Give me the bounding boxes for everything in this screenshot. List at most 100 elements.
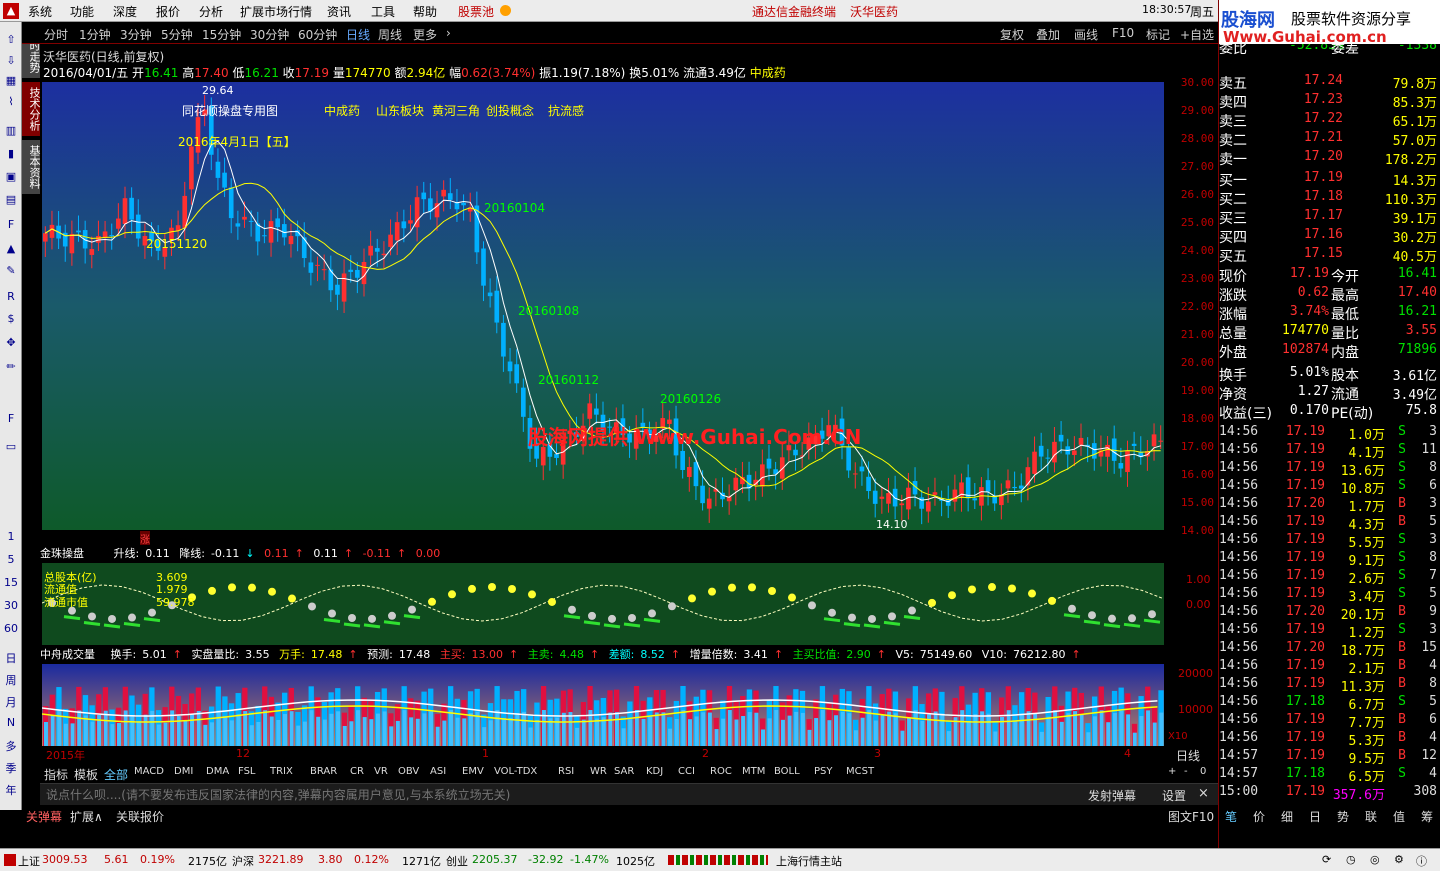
move-icon[interactable]: ✥ xyxy=(2,336,20,349)
period-short-5[interactable]: 季 xyxy=(2,760,20,776)
indicator-tab-6[interactable]: FSL xyxy=(238,766,256,777)
period-30min[interactable]: 30分钟 xyxy=(250,26,289,43)
add-watchlist-button[interactable]: +自选 xyxy=(1180,26,1214,43)
chevron-right-icon[interactable]: › xyxy=(446,26,451,40)
money-icon[interactable]: $ xyxy=(2,312,20,325)
indicator-tab-9[interactable]: CR xyxy=(350,766,364,777)
send-danmu-button[interactable]: 发射弹幕 xyxy=(1088,787,1136,804)
f10-icon[interactable]: F xyxy=(2,218,20,231)
indicator-ctrl-0[interactable]: + xyxy=(1168,766,1176,777)
indicator-tab-19[interactable]: CCI xyxy=(678,766,695,777)
adjust-button[interactable]: 复权 xyxy=(1000,26,1024,43)
period-5min[interactable]: 5分钟 xyxy=(161,26,193,43)
period-num-3[interactable]: 30 xyxy=(2,599,20,612)
candlestick-chart[interactable]: 29.64 同花顺操盘专用图 中成药 山东板块 黄河三角 创投概念 抗流感 20… xyxy=(42,82,1164,530)
indicator-tab-20[interactable]: ROC xyxy=(710,766,732,777)
danmu-input[interactable] xyxy=(46,786,1066,803)
rp-tab-2[interactable]: 细 xyxy=(1281,808,1293,825)
indicator-ctrl-2[interactable]: 0 xyxy=(1200,766,1206,777)
lock-icon[interactable]: ◎ xyxy=(1370,853,1380,866)
menu-item-tools[interactable]: 工具 xyxy=(371,3,395,20)
period-intraday[interactable]: 分时 xyxy=(44,26,68,43)
volume-title[interactable]: 中舟成交量 xyxy=(40,648,95,661)
server-station[interactable]: 上海行情主站 xyxy=(776,853,842,869)
period-short-6[interactable]: 年 xyxy=(2,782,20,798)
indicator-tab-23[interactable]: PSY xyxy=(814,766,833,777)
indicator-tab-3[interactable]: MACD xyxy=(134,766,164,777)
bar-icon[interactable]: ▥ xyxy=(2,124,20,137)
period-short-4[interactable]: 多 xyxy=(2,738,20,754)
indicator-tab-24[interactable]: MCST xyxy=(846,766,874,777)
period-short-3[interactable]: N xyxy=(2,716,20,729)
rp-tab-4[interactable]: 势 xyxy=(1337,808,1349,825)
period-short-0[interactable]: 日 xyxy=(2,650,20,666)
indicator-tab-12[interactable]: ASI xyxy=(430,766,446,777)
mark-button[interactable]: 标记 xyxy=(1146,26,1170,43)
settings-icon[interactable]: ⚙ xyxy=(1394,853,1404,866)
tool-icon[interactable]: ✎ xyxy=(2,264,20,277)
indicator-tab-7[interactable]: TRIX xyxy=(270,766,293,777)
pen-icon[interactable]: ✏ xyxy=(2,360,20,373)
indicator-tab-18[interactable]: KDJ xyxy=(646,766,663,777)
f5-icon[interactable]: F xyxy=(2,412,20,425)
period-indicator[interactable]: 日线 xyxy=(1176,747,1200,764)
period-weekly[interactable]: 周线 xyxy=(378,26,402,43)
f10-text-tab[interactable]: 图文F10 xyxy=(1168,808,1214,825)
menu-item-news[interactable]: 资讯 xyxy=(327,3,351,20)
indicator-tab-4[interactable]: DMI xyxy=(174,766,193,777)
period-short-1[interactable]: 周 xyxy=(2,672,20,688)
overlay-button[interactable]: 叠加 xyxy=(1036,26,1060,43)
cy-label[interactable]: 创业 xyxy=(446,853,468,869)
period-short-2[interactable]: 月 xyxy=(2,694,20,710)
indicator-tab-22[interactable]: BOLL xyxy=(774,766,800,777)
period-1min[interactable]: 1分钟 xyxy=(79,26,111,43)
period-3min[interactable]: 3分钟 xyxy=(120,26,152,43)
indicator-tab-11[interactable]: OBV xyxy=(398,766,419,777)
indicator-tab-10[interactable]: VR xyxy=(374,766,388,777)
draw-line-button[interactable]: 画线 xyxy=(1074,26,1098,43)
doc-icon[interactable]: ▤ xyxy=(2,193,20,206)
vtab-technical[interactable]: 技术分析 xyxy=(22,82,41,136)
sh-label[interactable]: 上证 xyxy=(18,853,40,869)
period-num-0[interactable]: 1 xyxy=(2,530,20,543)
fin-icon[interactable]: ▣ xyxy=(2,170,20,183)
menu-item-analysis[interactable]: 分析 xyxy=(199,3,223,20)
indicator-tab-15[interactable]: RSI xyxy=(558,766,574,777)
indicator-tab-17[interactable]: SAR xyxy=(614,766,634,777)
vtab-fundamental[interactable]: 基本资料 xyxy=(22,140,41,194)
period-15min[interactable]: 15分钟 xyxy=(202,26,241,43)
fn-icon[interactable]: ▲ xyxy=(2,242,20,255)
indicator-tab-1[interactable]: 模板 xyxy=(74,766,98,783)
close-danmu-tab[interactable]: 关弹幕 xyxy=(26,808,62,825)
close-icon[interactable]: × xyxy=(1198,786,1209,801)
menu-item-ext-market[interactable]: 扩展市场行情 xyxy=(240,3,312,20)
menu-item-help[interactable]: 帮助 xyxy=(413,3,437,20)
screen-icon[interactable]: ▭ xyxy=(2,440,20,453)
period-num-1[interactable]: 5 xyxy=(2,553,20,566)
refresh-icon[interactable]: ⟳ xyxy=(1322,853,1331,866)
menu-item-quote[interactable]: 报价 xyxy=(156,3,180,20)
indicator-title[interactable]: 金珠操盘 xyxy=(40,547,84,560)
volume-panel[interactable] xyxy=(42,664,1164,746)
period-num-2[interactable]: 15 xyxy=(2,576,20,589)
rp-tab-1[interactable]: 价 xyxy=(1253,808,1265,825)
up-icon[interactable]: ⇧ xyxy=(2,33,20,46)
indicator-tab-8[interactable]: BRAR xyxy=(310,766,337,777)
menu-item-depth[interactable]: 深度 xyxy=(113,3,137,20)
indicator-tab-13[interactable]: EMV xyxy=(462,766,484,777)
indicator-tab-0[interactable]: 指标 xyxy=(44,766,68,783)
indicator-tab-16[interactable]: WR xyxy=(590,766,607,777)
hs-label[interactable]: 沪深 xyxy=(232,853,254,869)
period-daily[interactable]: 日线 xyxy=(346,26,370,43)
rp-tab-0[interactable]: 笔 xyxy=(1225,808,1237,825)
f10-button[interactable]: F10 xyxy=(1112,26,1134,40)
indicator-tab-2[interactable]: 全部 xyxy=(104,766,128,783)
info-icon[interactable]: ⓘ xyxy=(1416,853,1427,869)
period-num-4[interactable]: 60 xyxy=(2,622,20,635)
rp-tab-6[interactable]: 值 xyxy=(1393,808,1405,825)
menu-item-system[interactable]: 系统 xyxy=(28,3,52,20)
rp-tab-7[interactable]: 筹 xyxy=(1421,808,1433,825)
clock-icon[interactable]: ◷ xyxy=(1346,853,1356,866)
indicator-tab-21[interactable]: MTM xyxy=(742,766,765,777)
related-quote-tab[interactable]: 关联报价 xyxy=(116,808,164,825)
